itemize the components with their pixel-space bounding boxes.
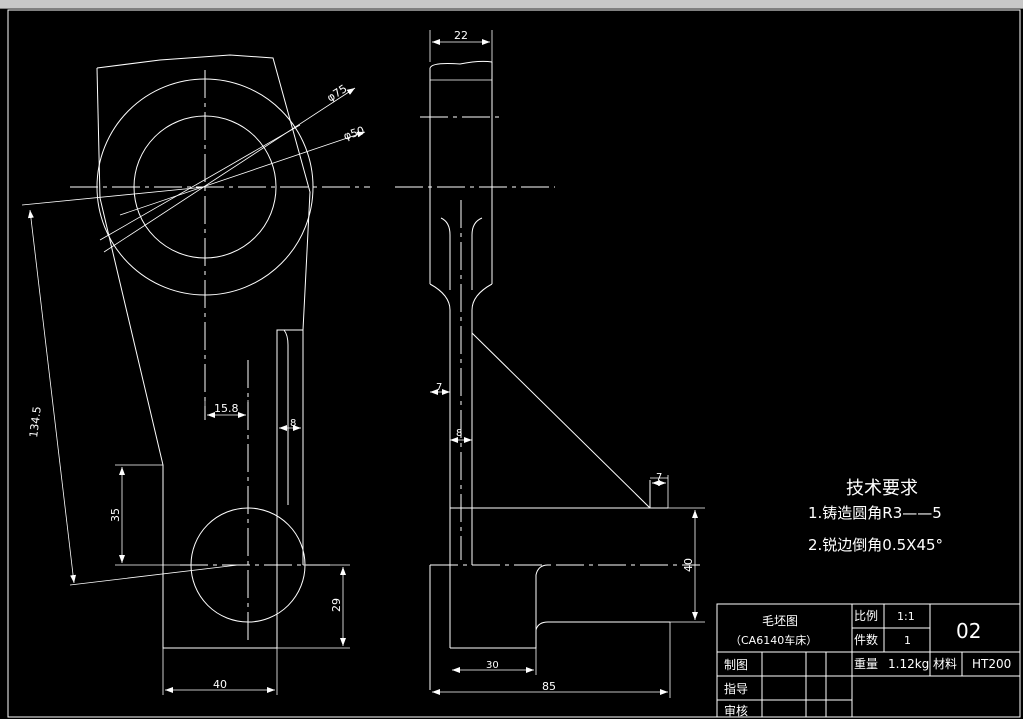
machine-name: （CA6140车床） — [730, 633, 817, 647]
dim-dia-75: φ75 — [325, 82, 350, 104]
part-name: 毛坯图 — [762, 614, 798, 628]
dim-35: 35 — [109, 508, 122, 522]
material-label: 材料 — [933, 657, 957, 671]
drafter-label: 制图 — [724, 658, 748, 672]
dim-8-front: 8 — [290, 418, 296, 429]
qty-value: 1 — [904, 634, 911, 647]
reviewer-label: 审核 — [724, 703, 748, 718]
qty-label: 件数 — [854, 632, 878, 647]
tech-req-item-1: 1.铸造圆角R3——5 — [808, 504, 942, 522]
scale-value: 1:1 — [897, 610, 915, 623]
dim-40-front: 40 — [213, 678, 227, 691]
instructor-label: 指导 — [724, 681, 748, 696]
side-view — [395, 30, 705, 698]
dim-134-5: 134.5 — [27, 406, 44, 439]
dim-7-right: 7 — [656, 472, 662, 483]
scale-label: 比例 — [854, 609, 878, 623]
dim-40-side: 40 — [682, 558, 695, 572]
tech-req-title: 技术要求 — [846, 478, 918, 499]
cad-drawing[interactable]: 22 φ75 φ50 134.5 35 15.8 8 40 29 7 8 7 4… — [0, 0, 1023, 719]
dim-85: 85 — [542, 680, 556, 693]
weight-label: 重量 — [854, 657, 878, 671]
dim-dia-50: φ50 — [342, 124, 366, 143]
dim-30: 30 — [486, 660, 499, 671]
tech-req-item-2: 2.锐边倒角0.5X45° — [808, 536, 943, 554]
dim-8-side: 8 — [456, 428, 462, 439]
material-value: HT200 — [972, 657, 1011, 671]
weight-value: 1.12kg — [888, 657, 929, 671]
dim-7-side: 7 — [436, 382, 442, 393]
drawing-number: 02 — [956, 619, 981, 643]
dim-15-8: 15.8 — [214, 402, 239, 415]
front-view — [21, 54, 370, 695]
dim-29: 29 — [330, 598, 343, 612]
dim-22: 22 — [454, 29, 468, 42]
